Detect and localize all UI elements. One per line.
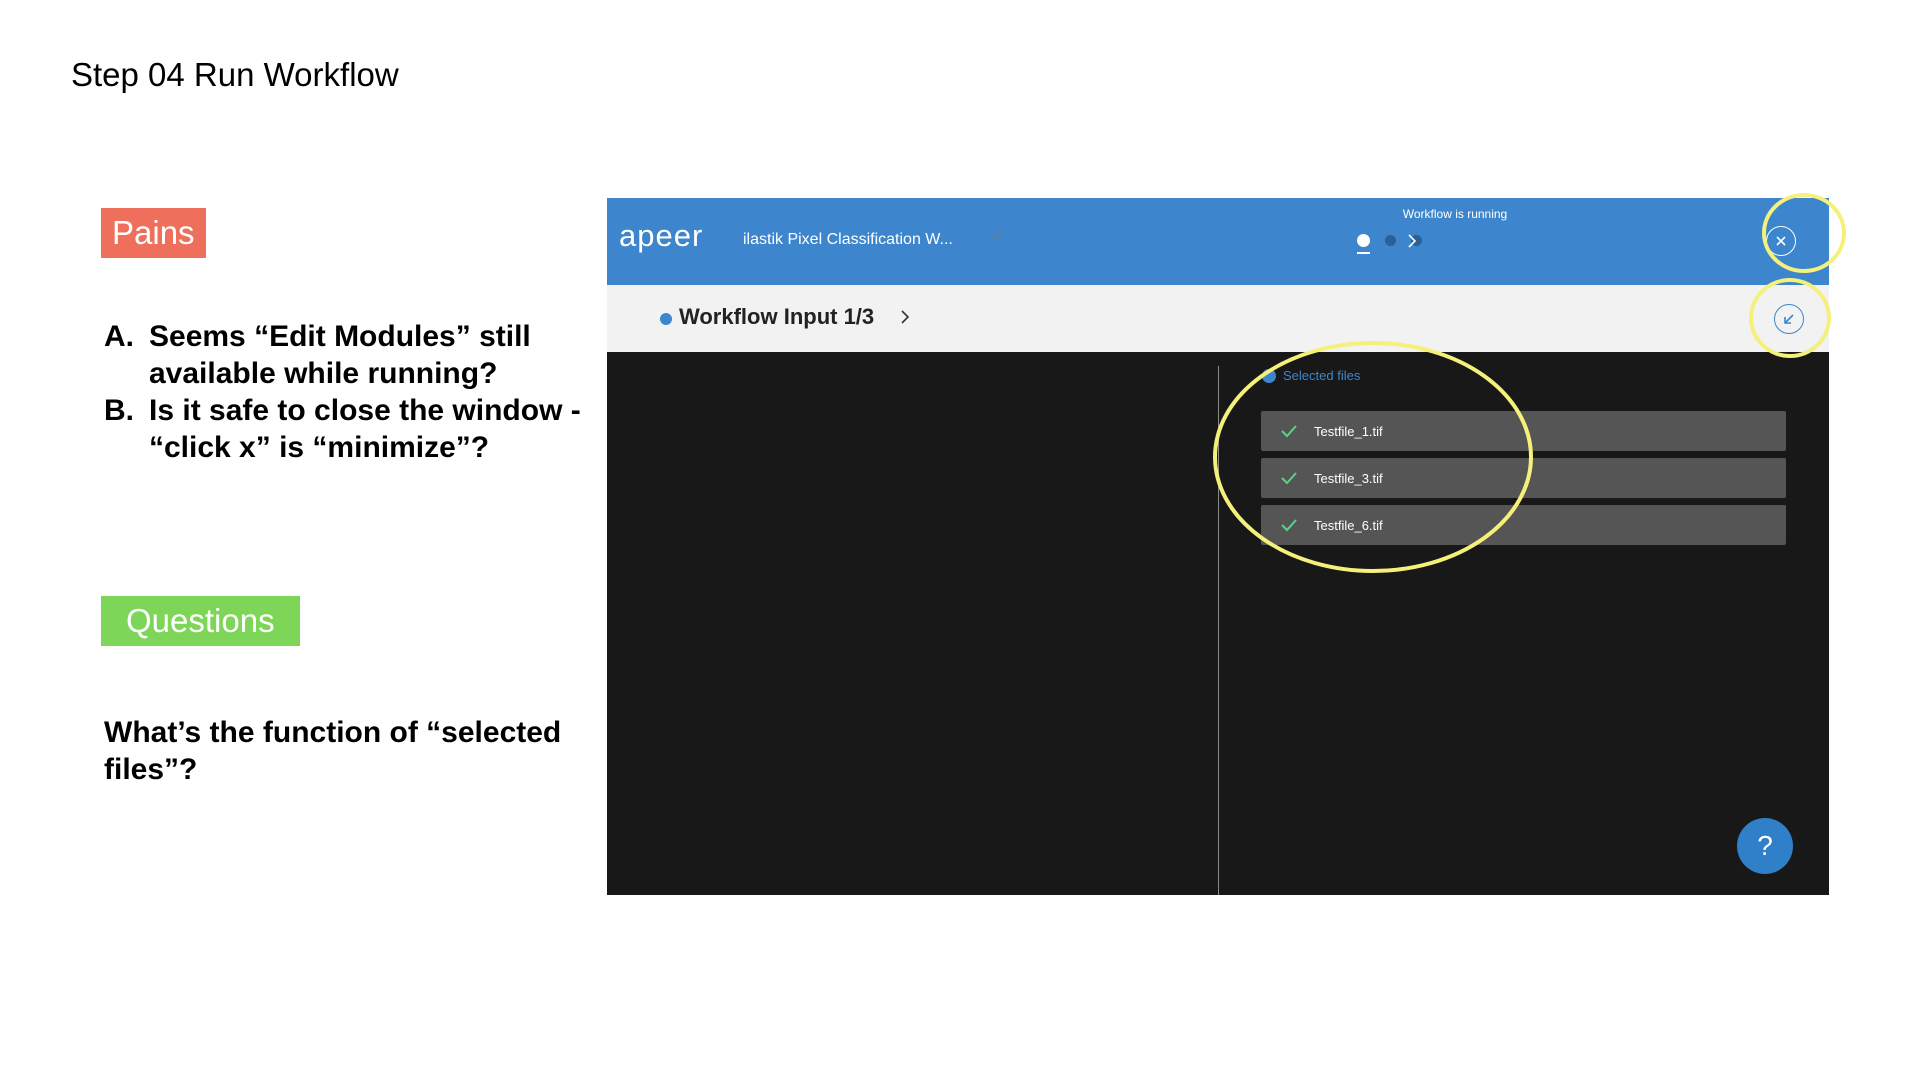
pains-tag: Pains bbox=[101, 208, 206, 258]
file-name: Testfile_1.tif bbox=[1314, 423, 1383, 439]
check-icon bbox=[1280, 518, 1301, 532]
file-row[interactable]: Testfile_1.tif bbox=[1261, 411, 1786, 451]
panel-divider bbox=[1218, 366, 1219, 895]
question-text: What’s the function of “selected files”? bbox=[104, 716, 562, 786]
pain-text: Is it safe to close the window - “click … bbox=[149, 394, 581, 464]
check-icon bbox=[1280, 424, 1301, 438]
file-name: Testfile_6.tif bbox=[1314, 517, 1383, 533]
close-icon bbox=[1776, 236, 1786, 246]
file-row[interactable]: Testfile_6.tif bbox=[1261, 505, 1786, 545]
edit-icon[interactable] bbox=[991, 228, 1005, 247]
pain-item: A. Seems “Edit Modules” still available … bbox=[104, 318, 584, 392]
pain-letter: B. bbox=[104, 394, 134, 427]
file-row[interactable]: Testfile_3.tif bbox=[1261, 458, 1786, 498]
selected-files-label: Selected files bbox=[1283, 368, 1361, 383]
step-status-dot bbox=[660, 313, 672, 325]
app-logo: apeer bbox=[619, 218, 704, 253]
pain-item: B. Is it safe to close the window - “cli… bbox=[104, 392, 584, 466]
help-button[interactable]: ? bbox=[1737, 818, 1793, 874]
chevron-right-icon[interactable] bbox=[900, 309, 910, 330]
step-subheader: Workflow Input 1/3 bbox=[607, 285, 1829, 352]
workflow-status: Workflow is running bbox=[1402, 207, 1508, 221]
step-dot[interactable] bbox=[1385, 235, 1396, 246]
chevron-right-icon[interactable] bbox=[1407, 234, 1417, 253]
minimize-button[interactable] bbox=[1774, 304, 1804, 334]
step-title: Workflow Input 1/3 bbox=[679, 304, 875, 329]
pain-letter: A. bbox=[104, 320, 134, 353]
workflow-name: ilastik Pixel Classification W... bbox=[743, 231, 953, 248]
step-dot-active[interactable] bbox=[1357, 234, 1370, 254]
minimize-icon bbox=[1784, 314, 1794, 324]
close-button[interactable] bbox=[1766, 226, 1796, 256]
step-indicator bbox=[1357, 234, 1437, 254]
selected-files-icon bbox=[1262, 369, 1276, 383]
app-screenshot: apeer ilastik Pixel Classification W... … bbox=[607, 198, 1829, 895]
file-name: Testfile_3.tif bbox=[1314, 470, 1383, 486]
check-icon bbox=[1280, 471, 1301, 485]
questions-tag: Questions bbox=[101, 596, 300, 646]
pain-text: Seems “Edit Modules” still available whi… bbox=[149, 320, 531, 390]
help-icon: ? bbox=[1757, 830, 1773, 861]
app-header: apeer ilastik Pixel Classification W... … bbox=[607, 198, 1829, 285]
file-list: Testfile_1.tif Testfile_3.tif Testfile_6… bbox=[1261, 411, 1786, 552]
pains-list: A. Seems “Edit Modules” still available … bbox=[104, 318, 584, 466]
slide-title: Step 04 Run Workflow bbox=[71, 56, 399, 93]
